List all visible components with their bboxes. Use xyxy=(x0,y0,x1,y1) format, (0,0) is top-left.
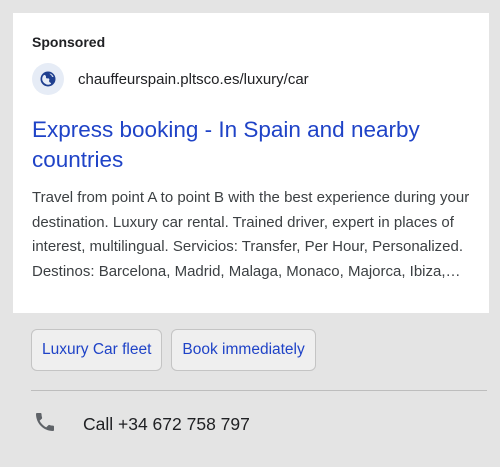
sitelink-luxury-car-fleet[interactable]: Luxury Car fleet xyxy=(31,329,163,371)
globe-icon xyxy=(32,63,64,95)
divider xyxy=(31,390,487,391)
display-url[interactable]: chauffeurspain.pltsco.es/luxury/car xyxy=(78,71,309,88)
ad-headline-link[interactable]: Express booking - In Spain and nearby co… xyxy=(32,115,482,175)
call-button[interactable]: Call +34 672 758 797 xyxy=(33,410,250,439)
sitelinks: Luxury Car fleet Book immediately xyxy=(31,329,316,371)
phone-icon xyxy=(33,410,57,439)
call-label: Call +34 672 758 797 xyxy=(83,414,250,434)
ad-card: Sponsored chauffeurspain.pltsco.es/luxur… xyxy=(13,13,489,313)
ad-description: Travel from point A to point B with the … xyxy=(32,189,470,280)
sitelink-book-immediately[interactable]: Book immediately xyxy=(171,329,316,371)
site-row[interactable]: chauffeurspain.pltsco.es/luxury/car xyxy=(32,63,309,95)
sponsored-label: Sponsored xyxy=(32,34,106,50)
